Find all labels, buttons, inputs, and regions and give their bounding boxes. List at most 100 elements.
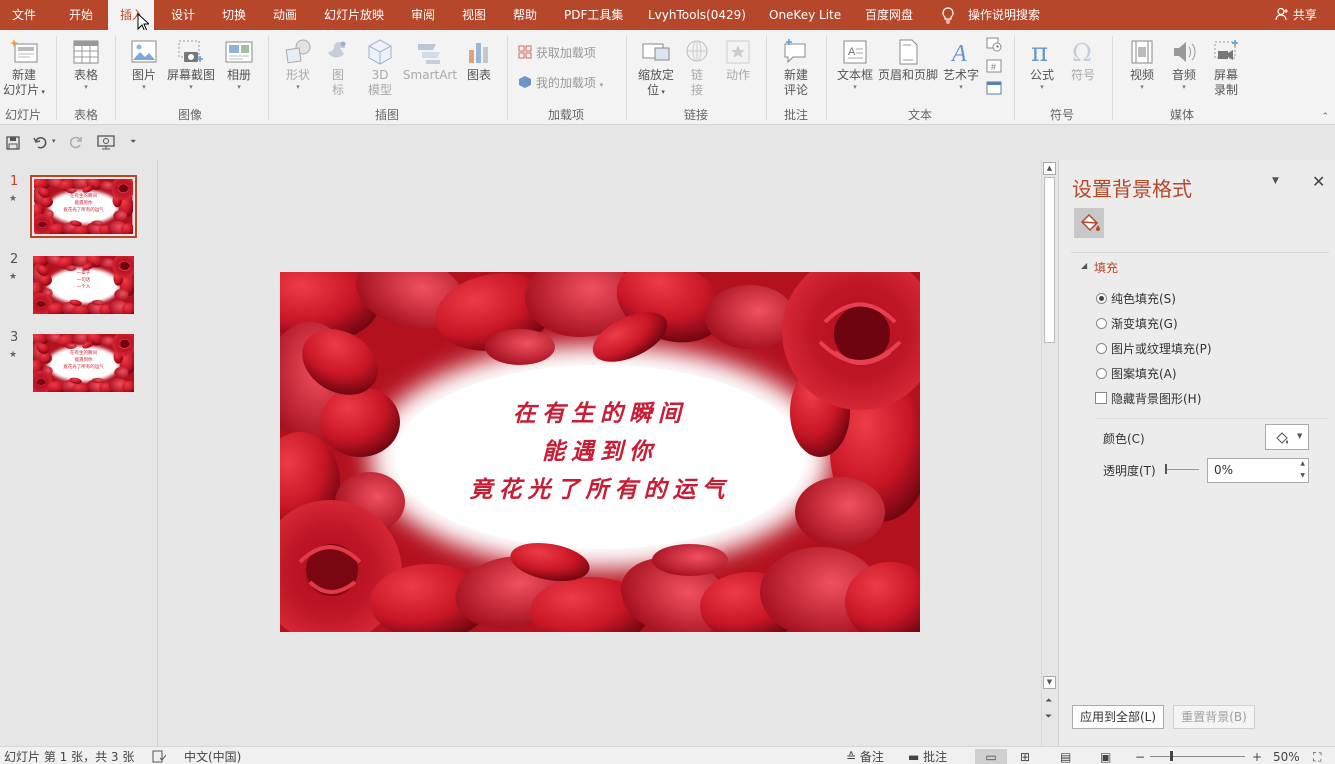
action-button[interactable]: 动作 [720,38,756,83]
pattern-fill-label[interactable]: 图案填充(A) [1111,365,1177,382]
zoom-slider[interactable] [1150,756,1245,757]
transparency-slider-thumb[interactable] [1165,464,1167,474]
get-addins-button[interactable]: 获取加载项 [518,44,596,62]
fill-section-header[interactable]: 填充 [1094,259,1118,276]
transparency-input[interactable]: 0% ▲ ▼ [1207,458,1309,483]
icons-icon [328,41,346,58]
spin-up-icon[interactable]: ▲ [1300,460,1305,467]
present-from-start-icon[interactable] [97,134,117,150]
tab-transitions[interactable]: 切换 [222,0,246,30]
color-picker-button[interactable]: ▼ [1265,424,1309,450]
tab-design[interactable]: 设计 [171,0,195,30]
slide-sorter-icon[interactable]: ⊞ [1020,749,1030,764]
3d-model-button[interactable]: 3D 模型 [362,38,398,98]
slide-thumbnail-2[interactable]: 一辈子 一句话 一个人 [33,256,134,314]
hide-background-checkbox[interactable] [1095,392,1107,404]
header-footer-button[interactable]: 页眉和页脚 [876,38,940,83]
tab-pdf-tools[interactable]: PDF工具集 [564,0,623,30]
gradient-fill-radio[interactable] [1096,318,1107,329]
reading-view-icon[interactable]: ▤ [1060,749,1071,764]
current-slide[interactable]: 在有生的瞬间 能遇到你 竟花光了所有的运气 [280,272,920,632]
save-icon[interactable] [6,136,20,150]
wordart-button[interactable]: A 艺术字 ▾ [941,38,981,91]
tab-onekey-lite[interactable]: OneKey Lite [769,0,841,30]
zoom-slider-thumb[interactable] [1170,751,1173,761]
fill-tab-button[interactable] [1074,208,1104,238]
zoom-out-icon[interactable]: − [1135,749,1145,764]
globe-link-icon [686,40,708,62]
customize-qat-icon[interactable]: ⏷ [130,137,136,147]
audio-button[interactable]: 音频 ▾ [1164,38,1204,91]
slide-thumbnail-1[interactable]: 在有生的瞬间 能遇到你 竟花光了所有的运气 [30,175,137,238]
zoom-level[interactable]: 50% [1273,749,1300,764]
tab-home[interactable]: 开始 [69,0,93,30]
table-button[interactable]: 表格 ▾ [66,38,106,91]
previous-slide-icon[interactable]: ⏶ [1045,696,1052,706]
symbol-button[interactable]: Ω 符号 [1064,38,1102,83]
collapse-fill-icon[interactable]: ◢ [1081,261,1087,270]
share-button[interactable]: 共享 [1275,0,1317,30]
hide-background-label[interactable]: 隐藏背景图形(H) [1111,390,1201,407]
zoom-button[interactable]: 缩放定 位 ▾ [634,38,678,100]
tell-me-search[interactable]: 操作说明搜索 [968,0,1040,30]
picture-fill-label[interactable]: 图片或纹理填充(P) [1111,340,1212,357]
screen-recording-button[interactable]: 屏幕 录制 [1206,38,1246,98]
spell-check-icon[interactable] [152,750,166,763]
scroll-thumb[interactable] [1044,177,1055,343]
undo-icon[interactable] [33,135,49,149]
solid-fill-radio[interactable] [1096,293,1107,304]
tab-lvyhtools[interactable]: LvyhTools(0429) [648,0,746,30]
redo-icon[interactable] [69,135,83,149]
screenshot-button[interactable]: 屏幕截图 ▾ [165,38,217,91]
notes-button[interactable]: ≙ 备注 [846,749,884,764]
language-indicator[interactable]: 中文(中国) [184,749,241,764]
equation-button[interactable]: π 公式 ▾ [1023,38,1061,91]
vertical-scrollbar[interactable]: ▲ ▼ ⏶ ⏷ [1041,160,1057,746]
my-addins-button[interactable]: 我的加载项 ▾ [518,74,603,94]
fit-slide-icon[interactable]: ⛶ [1313,749,1321,764]
tab-animations[interactable]: 动画 [273,0,297,30]
tab-help[interactable]: 帮助 [513,0,537,30]
zoom-in-icon[interactable]: + [1252,749,1262,764]
date-time-button[interactable] [986,36,1002,57]
picture-fill-radio[interactable] [1096,343,1107,354]
new-comment-button[interactable]: 新建 评论 [776,38,816,98]
scroll-up-icon[interactable]: ▲ [1043,162,1056,175]
next-slide-icon[interactable]: ⏷ [1045,712,1052,722]
object-button[interactable] [986,80,1002,101]
scroll-down-icon[interactable]: ▼ [1043,676,1056,689]
chart-button[interactable]: 图表 [462,38,496,83]
slideshow-view-icon[interactable]: ▣ [1100,749,1111,764]
tab-review[interactable]: 审阅 [411,0,435,30]
textbox-button[interactable]: A 文本框 ▾ [835,38,875,91]
tab-file[interactable]: 文件 [12,0,36,30]
smartart-button[interactable]: SmartArt [402,38,458,83]
photo-album-button[interactable]: 相册 ▾ [219,38,259,91]
reset-background-button[interactable]: 重置背景(B) [1173,705,1255,729]
slide-thumbnail-3[interactable]: 在有生的瞬间 能遇到你 竟花光了所有的运气 [33,334,134,392]
icons-button[interactable]: 图 标 [322,38,354,98]
collapse-ribbon-icon[interactable]: ⌃ [1321,112,1329,122]
tab-baidu-netdisk[interactable]: 百度网盘 [865,0,913,30]
normal-view-icon[interactable]: ▭ [975,749,1007,764]
tab-view[interactable]: 视图 [462,0,486,30]
close-icon[interactable]: ✕ [1312,172,1325,191]
comments-button[interactable]: ▬ 批注 [908,749,947,764]
spin-down-icon[interactable]: ▼ [1300,472,1305,479]
apply-to-all-button[interactable]: 应用到全部(L) [1072,705,1164,729]
pane-options-icon[interactable]: ▼ [1272,176,1279,186]
thumbnail-line: 在有生的瞬间 [70,351,97,356]
solid-fill-label[interactable]: 纯色填充(S) [1111,290,1176,307]
picture-button[interactable]: 图片 ▾ [124,38,164,91]
pattern-fill-radio[interactable] [1096,368,1107,379]
new-slide-button[interactable]: 新建 幻灯片 ▾ [1,38,47,100]
transparency-slider[interactable] [1165,469,1199,470]
shapes-button[interactable]: 形状 ▾ [278,38,318,91]
undo-dropdown-icon[interactable]: ▾ [52,137,56,145]
slide-number-button[interactable]: # [986,58,1002,79]
link-button[interactable]: 链 接 [680,38,714,98]
gradient-fill-label[interactable]: 渐变填充(G) [1111,315,1178,332]
tab-slideshow[interactable]: 幻灯片放映 [324,0,384,30]
video-button[interactable]: 视频 ▾ [1122,38,1162,91]
object-icon [986,81,1002,95]
